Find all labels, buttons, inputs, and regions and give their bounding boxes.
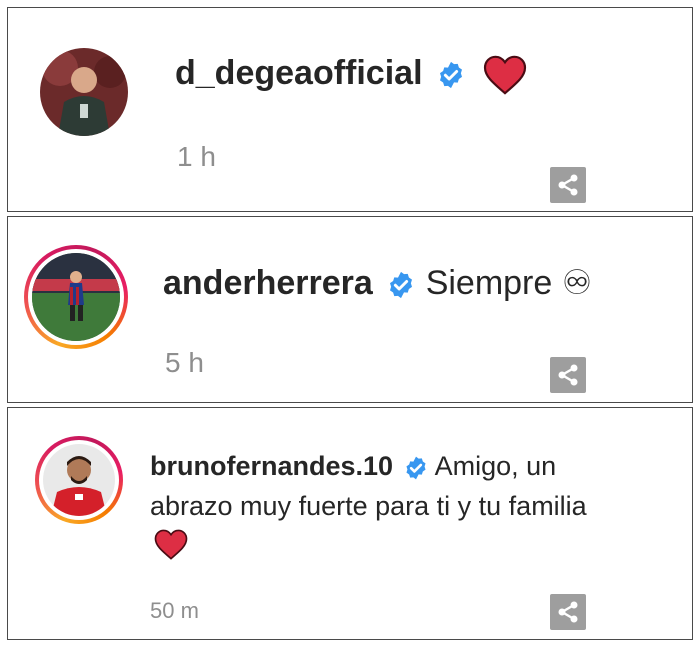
avatar[interactable] [43, 444, 115, 516]
timestamp: 1 h [177, 141, 216, 172]
username[interactable]: anderherrera [163, 264, 373, 302]
share-button[interactable] [550, 594, 586, 630]
verified-badge-icon [403, 455, 429, 481]
heart-icon [483, 55, 527, 95]
verified-badge-icon [436, 60, 466, 90]
heart-icon [154, 529, 188, 560]
verified-badge-icon [386, 270, 416, 300]
comment-text: Siempre ♾ [425, 264, 593, 302]
avatar-image [43, 444, 115, 516]
comment-line: anderherrera Siempre ♾ [163, 263, 592, 303]
avatar[interactable] [40, 48, 128, 136]
comment-card-degea: d_degeaofficial 1 h [7, 7, 693, 212]
comment-card-herrera: anderherrera Siempre ♾ 5 h [7, 216, 693, 403]
username[interactable]: d_degeaofficial [175, 54, 423, 92]
avatar-image [32, 253, 120, 341]
share-button[interactable] [550, 167, 586, 203]
avatar-image [40, 48, 128, 136]
avatar[interactable] [32, 253, 120, 341]
comment-line: d_degeaofficial [175, 54, 527, 95]
comment-line-2: abrazo muy fuerte para ti y tu familia [150, 491, 587, 522]
comment-line-1: brunofernandes.10 Amigo, un [150, 451, 556, 482]
share-icon [558, 601, 578, 623]
share-icon [558, 174, 578, 196]
timestamp: 5 h [165, 347, 204, 378]
username[interactable]: brunofernandes.10 [150, 451, 393, 481]
share-icon [558, 364, 578, 386]
comment-text-line-2: abrazo muy fuerte para ti y tu familia [150, 491, 587, 521]
timestamp: 50 m [150, 598, 199, 623]
comment-card-bruno: brunofernandes.10 Amigo, un abrazo muy f… [7, 407, 693, 640]
share-button[interactable] [550, 357, 586, 393]
comment-text-line-1: Amigo, un [434, 451, 557, 481]
